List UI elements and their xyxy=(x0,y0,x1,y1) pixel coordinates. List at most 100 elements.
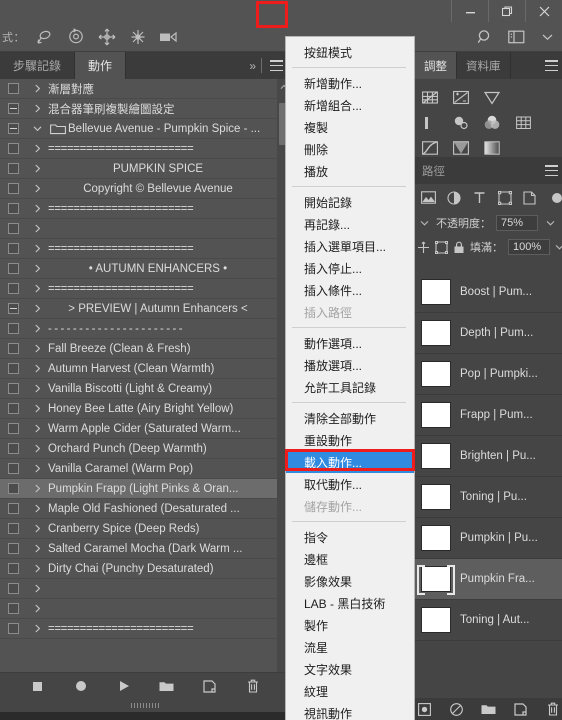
layer-style-button[interactable] xyxy=(449,701,465,717)
adjustment-filter-icon[interactable] xyxy=(447,189,461,207)
fill-chevron-icon[interactable] xyxy=(555,242,562,252)
chevron-right-icon[interactable] xyxy=(26,84,48,93)
color-lookup-icon[interactable] xyxy=(452,114,470,132)
shape-filter-icon[interactable] xyxy=(497,189,512,207)
action-row[interactable]: Fall Breeze (Clean & Fresh) xyxy=(0,339,290,359)
minimize-button[interactable] xyxy=(451,0,488,22)
chevron-right-icon[interactable] xyxy=(26,564,48,573)
chevron-right-icon[interactable] xyxy=(26,364,48,373)
action-toggle-checkbox[interactable] xyxy=(0,143,26,154)
action-row[interactable] xyxy=(0,219,290,239)
chevron-right-icon[interactable] xyxy=(26,544,48,553)
chevron-right-icon[interactable] xyxy=(26,284,48,293)
menu-item[interactable]: 影像效果 xyxy=(286,570,414,592)
menu-item[interactable]: 允許工具記錄 xyxy=(286,376,414,398)
menu-item[interactable]: 播放選項... xyxy=(286,354,414,376)
action-toggle-checkbox[interactable] xyxy=(0,103,26,114)
new-action-button[interactable] xyxy=(201,677,219,695)
pattern-icon[interactable] xyxy=(514,114,532,132)
action-toggle-checkbox[interactable] xyxy=(0,463,26,474)
action-toggle-checkbox[interactable] xyxy=(0,543,26,554)
action-toggle-checkbox[interactable] xyxy=(0,523,26,534)
brightness-contrast-icon[interactable] xyxy=(452,89,470,107)
menu-item[interactable]: 視訊動作 xyxy=(286,702,414,720)
tab-paths[interactable]: 路徑 xyxy=(415,163,445,179)
chevron-right-icon[interactable] xyxy=(26,584,48,593)
layer-row[interactable]: Pumpkin | Pu... xyxy=(415,518,562,559)
type-filter-icon[interactable] xyxy=(472,189,486,207)
action-row[interactable]: Vanilla Biscotti (Light & Creamy) xyxy=(0,379,290,399)
action-toggle-checkbox[interactable] xyxy=(0,343,26,354)
chevron-right-icon[interactable] xyxy=(26,104,48,113)
menu-item[interactable]: 清除全部動作 xyxy=(286,407,414,429)
menu-item[interactable]: 刪除 xyxy=(286,138,414,160)
action-toggle-checkbox[interactable] xyxy=(0,183,26,194)
action-toggle-checkbox[interactable] xyxy=(0,623,26,634)
action-toggle-checkbox[interactable] xyxy=(0,383,26,394)
action-row[interactable] xyxy=(0,579,290,599)
action-row[interactable]: ======================= xyxy=(0,619,290,639)
action-row[interactable]: Pumpkin Frapp (Light Pinks & Oran... xyxy=(0,479,290,499)
action-toggle-checkbox[interactable] xyxy=(0,583,26,594)
fill-value[interactable]: 100% xyxy=(508,239,550,255)
toggle-filter-icon[interactable] xyxy=(548,189,562,207)
chevron-right-icon[interactable] xyxy=(26,264,48,273)
chevron-right-icon[interactable] xyxy=(26,144,48,153)
layer-row[interactable]: Brighten | Pu... xyxy=(415,436,562,477)
new-set-button[interactable] xyxy=(158,677,176,695)
image-filter-icon[interactable] xyxy=(421,189,436,207)
menu-item[interactable]: 製作 xyxy=(286,614,414,636)
new-layer-button[interactable] xyxy=(513,701,529,717)
action-row[interactable]: Warm Apple Cider (Saturated Warm... xyxy=(0,419,290,439)
menu-item[interactable]: 新增動作... xyxy=(286,72,414,94)
action-toggle-checkbox[interactable] xyxy=(0,363,26,374)
chevron-right-icon[interactable] xyxy=(26,444,48,453)
delete-layer-button[interactable] xyxy=(545,701,561,717)
action-row[interactable]: ======================= xyxy=(0,199,290,219)
chevron-down-icon[interactable] xyxy=(536,27,558,47)
tab-adjustments[interactable]: 調整 xyxy=(415,52,457,79)
menu-item[interactable]: 插入條件... xyxy=(286,279,414,301)
menu-item[interactable]: 插入停止... xyxy=(286,257,414,279)
menu-item[interactable]: 流星 xyxy=(286,636,414,658)
action-row[interactable]: Vanilla Caramel (Warm Pop) xyxy=(0,459,290,479)
load-actions-menu-item[interactable]: 載入動作... xyxy=(286,451,414,473)
search-icon[interactable] xyxy=(474,27,496,47)
action-toggle-checkbox[interactable] xyxy=(0,403,26,414)
action-row[interactable]: 混合器筆刷複製繪圖設定 xyxy=(0,99,290,119)
action-toggle-checkbox[interactable] xyxy=(0,223,26,234)
overflow-chevron-icon[interactable]: » xyxy=(245,59,259,73)
gradient-map-icon[interactable] xyxy=(421,89,439,107)
action-row[interactable]: Maple Old Fashioned (Desaturated ... xyxy=(0,499,290,519)
layer-row[interactable]: Toning | Pu... xyxy=(415,477,562,518)
hue-saturation-icon[interactable] xyxy=(483,114,501,132)
gradient-icon[interactable] xyxy=(452,139,470,157)
chevron-down-icon[interactable] xyxy=(26,125,48,132)
action-row[interactable]: ======================= xyxy=(0,239,290,259)
action-row[interactable]: PUMPKIN SPICE xyxy=(0,159,290,179)
3d-camera-icon[interactable] xyxy=(158,27,180,47)
opacity-chevron-icon[interactable] xyxy=(543,218,557,228)
stop-button[interactable] xyxy=(29,677,47,695)
chevron-right-icon[interactable] xyxy=(26,484,48,493)
menu-item[interactable]: LAB - 黑白技術 xyxy=(286,592,414,614)
menu-item[interactable]: 文字效果 xyxy=(286,658,414,680)
action-toggle-checkbox[interactable] xyxy=(0,423,26,434)
chevron-right-icon[interactable] xyxy=(26,184,48,193)
menu-item[interactable]: 按鈕模式 xyxy=(286,41,414,63)
action-row[interactable]: ======================= xyxy=(0,279,290,299)
chevron-right-icon[interactable] xyxy=(26,244,48,253)
action-toggle-checkbox[interactable] xyxy=(0,203,26,214)
action-row[interactable]: ======================= xyxy=(0,139,290,159)
chevron-right-icon[interactable] xyxy=(26,204,48,213)
action-toggle-checkbox[interactable] xyxy=(0,503,26,514)
panel-resize-grip[interactable] xyxy=(0,699,290,712)
menu-item[interactable]: 邊框 xyxy=(286,548,414,570)
action-row[interactable]: Autumn Harvest (Clean Warmth) xyxy=(0,359,290,379)
blend-mode-chevron-icon[interactable] xyxy=(417,218,431,228)
chevron-right-icon[interactable] xyxy=(26,424,48,433)
action-toggle-checkbox[interactable] xyxy=(0,483,26,494)
action-toggle-checkbox[interactable] xyxy=(0,123,26,134)
menu-item[interactable]: 插入選單項目... xyxy=(286,235,414,257)
layer-row[interactable]: Boost | Pum... xyxy=(415,272,562,313)
